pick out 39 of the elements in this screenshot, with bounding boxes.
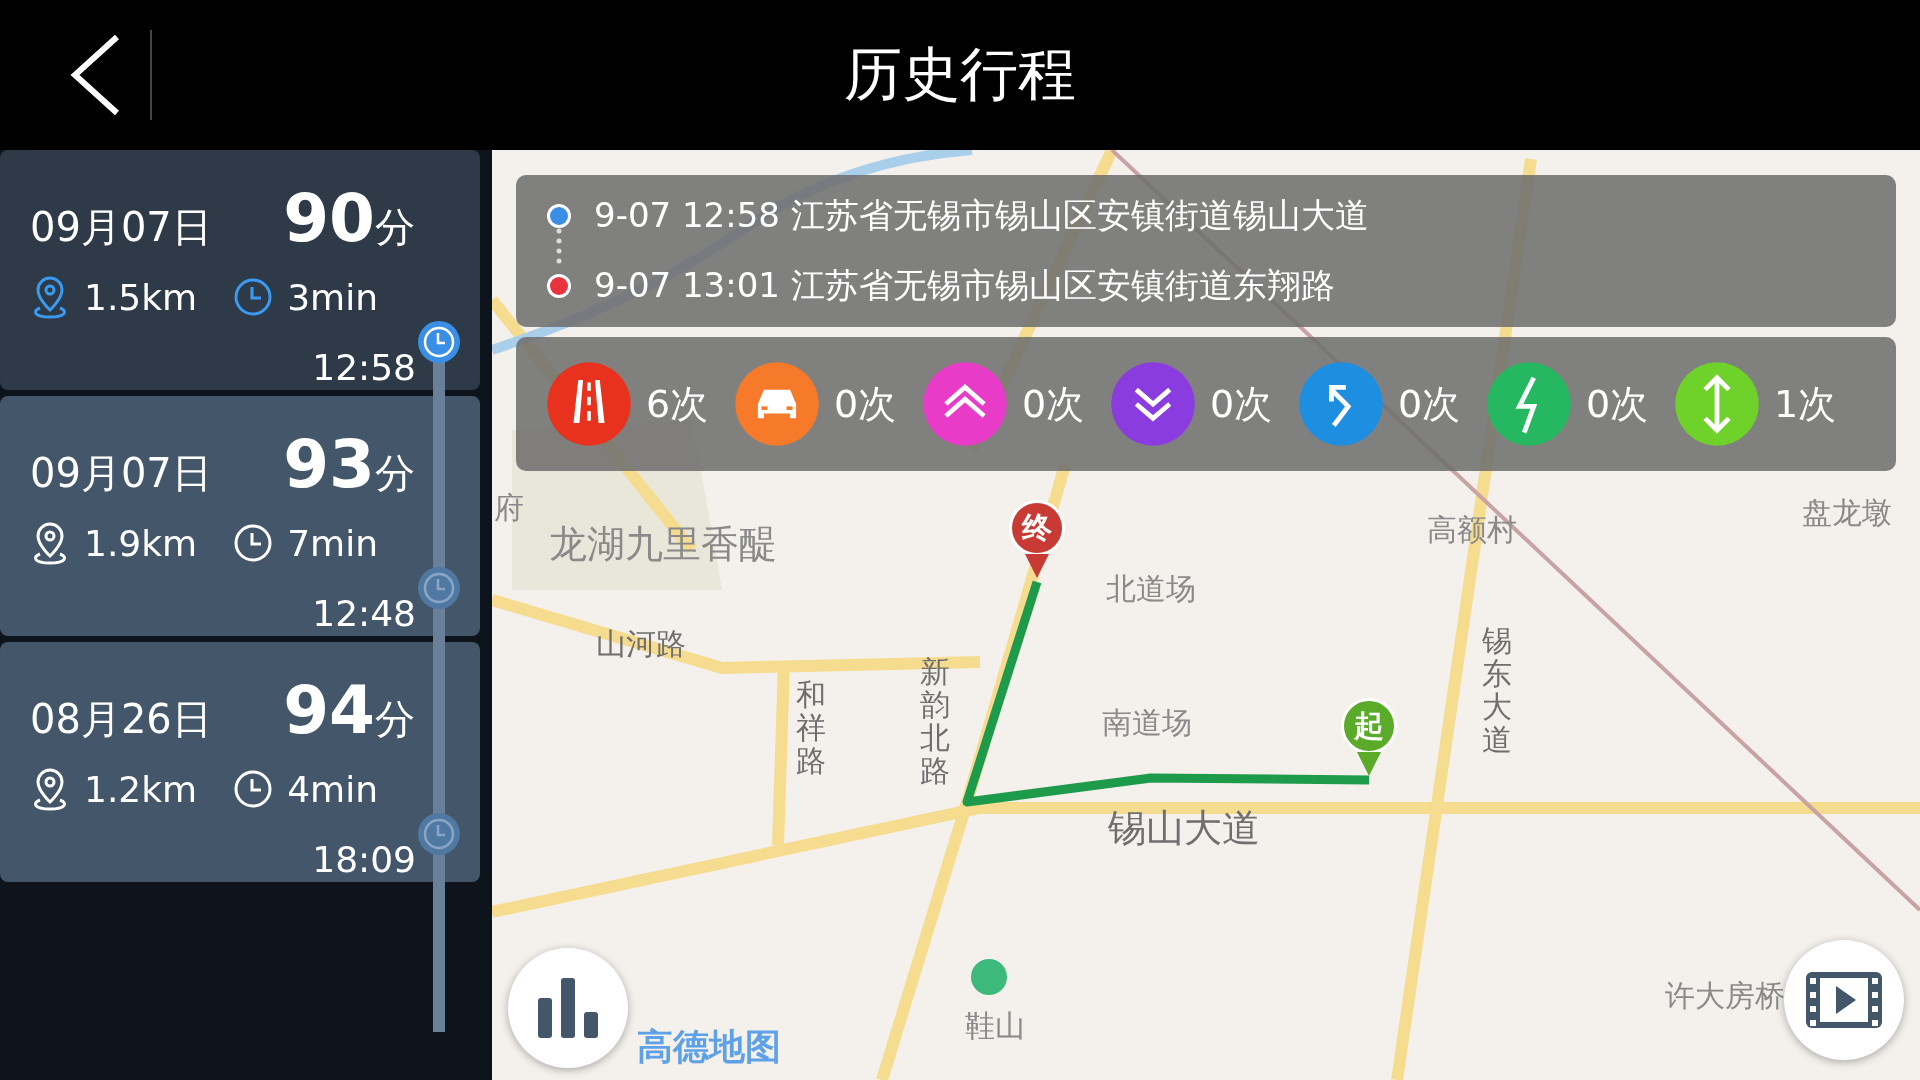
- score-unit: 分: [375, 696, 415, 744]
- map-label: 和祥路: [796, 678, 826, 777]
- map-logo: 高德地图: [637, 1025, 781, 1069]
- trip-date: 08月26日: [30, 695, 212, 744]
- score-unit: 分: [375, 449, 415, 498]
- event-count: 0次: [1022, 380, 1085, 428]
- end-address: 9-07 13:01 江苏省无锡市锡山区安镇街道东翔路: [594, 264, 1335, 307]
- map-label: 盘龙墩: [1802, 495, 1892, 531]
- trip-time: 12:48: [312, 593, 416, 634]
- map-label: 南道场: [1102, 705, 1192, 741]
- trip-date: 09月07日: [30, 203, 212, 252]
- trip-distance: 1.5km: [84, 276, 198, 318]
- event-count: 0次: [1398, 380, 1461, 428]
- map-label: 许大房桥: [1665, 978, 1785, 1014]
- event-count: 0次: [1586, 380, 1649, 428]
- score-unit: 分: [375, 204, 415, 252]
- event-count: 0次: [1210, 380, 1273, 428]
- map-label: 龙湖九里香醍: [549, 522, 777, 568]
- event-count: 1次: [1774, 380, 1837, 428]
- trip-date: 09月07日: [30, 449, 212, 498]
- page-title: 历史行程: [844, 39, 1076, 110]
- trip-time: 12:58: [312, 347, 416, 388]
- trip-distance: 1.2km: [84, 768, 198, 810]
- start-address: 9-07 12:58 江苏省无锡市锡山区安镇街道锡山大道: [594, 194, 1369, 237]
- map-label: 锡山大道: [1108, 806, 1260, 852]
- trip-score: 93: [283, 426, 375, 503]
- trip-distance: 1.9km: [84, 522, 198, 564]
- trip-time: 18:09: [312, 839, 416, 880]
- event-count: 0次: [834, 380, 897, 428]
- trip-score: 94: [283, 672, 375, 749]
- event-count: 6次: [646, 380, 709, 428]
- trip-duration: 7min: [287, 522, 378, 564]
- trip-score: 90: [283, 180, 375, 257]
- map-label: 鞋山: [965, 1008, 1025, 1044]
- map-label: 锡东大道: [1482, 624, 1512, 756]
- map-label: 北道场: [1106, 571, 1196, 607]
- map-label: 府: [494, 490, 524, 526]
- trip-duration: 3min: [287, 276, 378, 318]
- trip-duration: 4min: [287, 768, 378, 810]
